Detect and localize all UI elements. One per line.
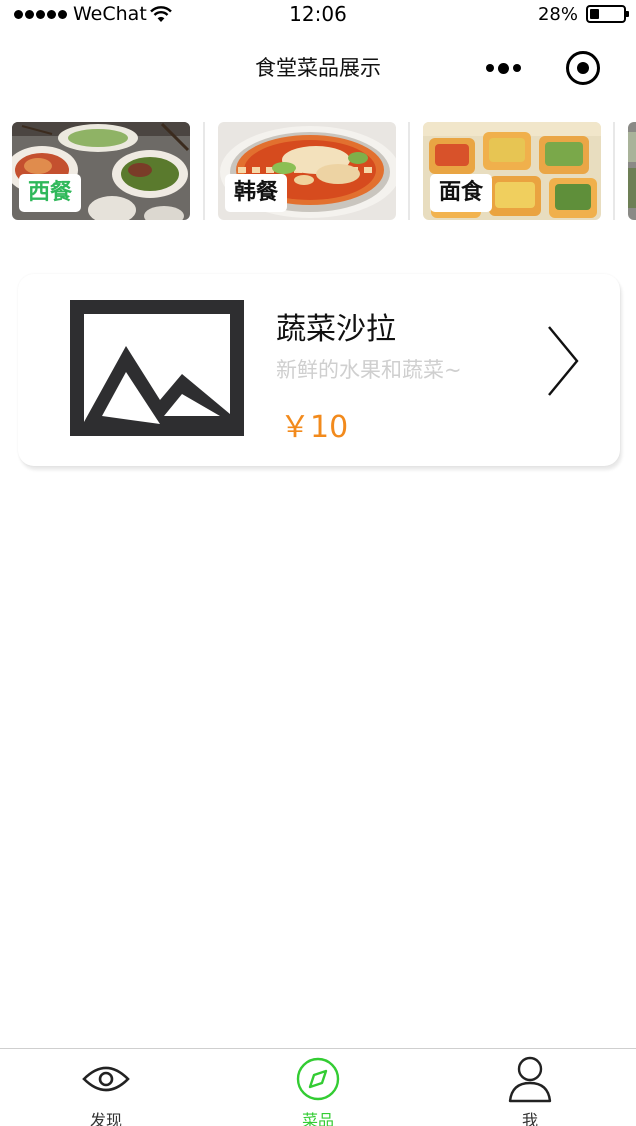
- category-tag-noodles: 面食: [430, 174, 493, 212]
- category-card-noodles[interactable]: 面食: [423, 122, 601, 220]
- eye-icon: [82, 1066, 130, 1092]
- dish-description: 新鲜的水果和蔬菜~: [276, 358, 462, 382]
- battery-icon: [586, 5, 629, 23]
- dish-name: 蔬菜沙拉: [276, 312, 396, 347]
- category-tag-western: 西餐: [19, 174, 82, 212]
- category-card-western[interactable]: 西餐: [12, 122, 190, 220]
- tab-label: 菜品: [301, 1111, 334, 1126]
- category-divider: [613, 122, 615, 220]
- tab-bar: 发现 菜品 我: [0, 1048, 636, 1126]
- category-divider: [203, 122, 205, 220]
- dish-price: ￥10: [280, 410, 349, 445]
- tab-label: 发现: [89, 1111, 122, 1126]
- more-dots-icon[interactable]: [478, 50, 528, 86]
- battery-percent: 28%: [537, 3, 578, 25]
- dish-card[interactable]: 蔬菜沙拉 新鲜的水果和蔬菜~ ￥10: [18, 274, 620, 466]
- category-card-partial[interactable]: [628, 122, 636, 220]
- menu-capsule: [478, 50, 600, 86]
- compass-icon: [296, 1057, 340, 1101]
- tab-discover[interactable]: 发现: [0, 1049, 212, 1126]
- tab-label: 我: [521, 1111, 538, 1126]
- nav-bar: 食堂菜品展示: [0, 28, 636, 106]
- tab-me[interactable]: 我: [424, 1049, 636, 1126]
- tab-dishes[interactable]: 菜品: [212, 1049, 424, 1126]
- target-close-icon[interactable]: [566, 51, 600, 85]
- image-placeholder-icon: [70, 300, 244, 436]
- status-right: 28%: [537, 2, 629, 26]
- partial-dish-image: [628, 122, 636, 220]
- chevron-right-icon[interactable]: [546, 324, 580, 398]
- person-icon: [508, 1056, 552, 1103]
- app-screen: WeChat 12:06 28% 食堂菜品展示 西餐 韩餐 面食 蔬菜沙拉 新鲜…: [0, 0, 636, 1126]
- category-carousel[interactable]: 西餐 韩餐 面食: [0, 120, 636, 222]
- category-divider: [408, 122, 410, 220]
- category-card-korean[interactable]: 韩餐: [218, 122, 396, 220]
- battery-level-fill: [590, 9, 599, 19]
- category-tag-korean: 韩餐: [225, 174, 288, 212]
- status-bar: WeChat 12:06 28%: [0, 0, 636, 28]
